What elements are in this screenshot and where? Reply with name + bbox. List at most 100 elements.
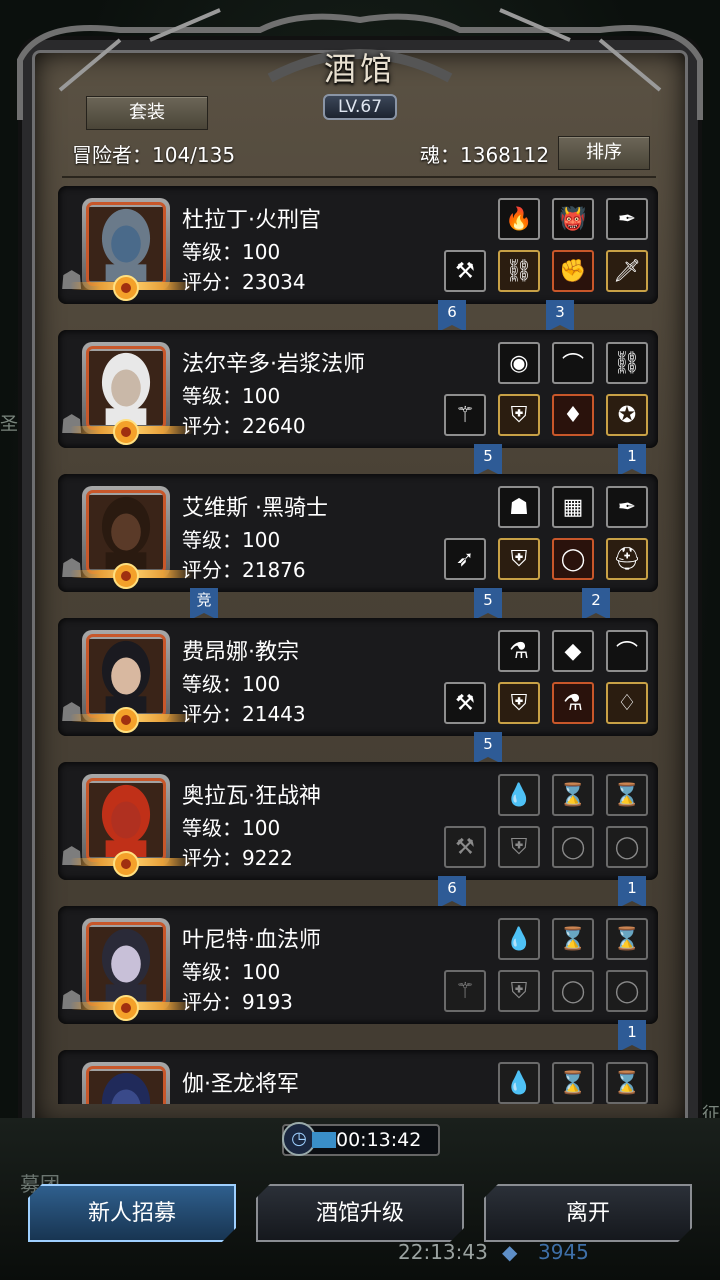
empty-drop-icon[interactable]: 💧	[498, 1062, 540, 1104]
bow-icon[interactable]: ➶	[444, 538, 486, 580]
hero-card[interactable]: ☗ 法尔辛多·岩浆法师 等级：100 评分：22640 ◉ ⌒ ⛓ ⚚ ⛨ ♦ ✪	[58, 330, 658, 448]
purple-gem-icon[interactable]: ◆	[552, 630, 594, 672]
dark-feather-icon[interactable]: ✒	[606, 198, 648, 240]
hero-card[interactable]: ☗ 伽·圣龙将军 💧⌛⌛	[58, 1050, 658, 1104]
leave-button[interactable]: 离开	[484, 1184, 692, 1242]
helmet-icon[interactable]: ⛑	[606, 538, 648, 580]
armor-icon[interactable]: ⛓	[498, 250, 540, 292]
empty-hourglass-icon[interactable]: ⌛	[552, 1062, 594, 1104]
count-tag: 2	[582, 588, 610, 620]
hero-level: 等级：100	[182, 672, 281, 696]
hero-card[interactable]: ☗ 费昂娜·教宗 等级：100 评分：21443 ⚗ ◆ ⌒ ⚒ ⛨ ⚗ ♢	[58, 618, 658, 736]
empty-drop-icon[interactable]: 💧	[498, 918, 540, 960]
sword-icon[interactable]: 🗡	[606, 250, 648, 292]
hero-score: 评分：21443	[182, 702, 306, 726]
header-divider	[62, 176, 656, 178]
empty-armor-icon[interactable]: ⛨	[498, 826, 540, 868]
hero-name: 法尔辛多·岩浆法师	[182, 352, 365, 377]
rank-emblem-icon	[113, 995, 139, 1021]
rank-emblem-icon	[113, 707, 139, 733]
potion-icon[interactable]: ⚗	[552, 682, 594, 724]
dark-bow-icon[interactable]: ⌒	[552, 342, 594, 384]
hero-level: 等级：100	[182, 816, 281, 840]
empty-ring-icon[interactable]: ◯	[552, 970, 594, 1012]
clock-display: 22:13:43	[398, 1240, 488, 1264]
hero-name: 杜拉丁·火刑官	[182, 208, 321, 233]
medallion-icon[interactable]: ✪	[606, 394, 648, 436]
hero-level: 等级：100	[182, 240, 281, 264]
count-tag: 竞	[190, 588, 218, 620]
red-flask-icon[interactable]: ⚗	[498, 630, 540, 672]
axe-icon[interactable]: ⚒	[444, 250, 486, 292]
amulet-icon[interactable]: ♦	[552, 394, 594, 436]
count-tag: 5	[474, 444, 502, 476]
rank-emblem-icon	[113, 419, 139, 445]
robe-icon[interactable]: ⛨	[498, 682, 540, 724]
hero-name: 叶尼特·血法师	[182, 928, 321, 953]
pendant-icon[interactable]: ♢	[606, 682, 648, 724]
rank-emblem-icon	[113, 275, 139, 301]
soul-count: 魂：1368112	[420, 143, 550, 167]
count-tag: 1	[618, 444, 646, 476]
plate-armor-icon[interactable]: ⛨	[498, 394, 540, 436]
page-title: 酒馆	[323, 50, 396, 88]
hero-list[interactable]: ☗ 杜拉丁·火刑官 等级：100 评分：23034 🔥 👹 ✒ ⚒ ⛓ ✊ 🗡 6 3 ☗ 法尔辛…	[58, 186, 658, 1104]
hero-card[interactable]: ☗ 奥拉瓦·狂战神 等级：100 评分：9222 💧 ⌛ ⌛ ⚒ ⛨ ◯ ◯	[58, 762, 658, 880]
hero-portrait[interactable]	[82, 1062, 170, 1104]
gold-mask-icon[interactable]: ☗	[498, 486, 540, 528]
recruit-button[interactable]: 新人招募	[28, 1184, 236, 1242]
hero-level: 等级：100	[182, 528, 281, 552]
hero-card[interactable]: ☗ 叶尼特·血法师 等级：100 评分：9193 💧 ⌛ ⌛ ⚚ ⛨ ◯ ◯	[58, 906, 658, 1024]
empty-ring-icon[interactable]: ◯	[606, 970, 648, 1012]
hero-score: 评分：9193	[182, 990, 293, 1014]
hero-score: 评分：22640	[182, 414, 306, 438]
chain-mail-icon[interactable]: ▦	[552, 486, 594, 528]
dark-chain-icon[interactable]: ⛓	[606, 342, 648, 384]
count-tag: 1	[618, 876, 646, 908]
count-tag: 6	[438, 300, 466, 332]
empty-staff-icon[interactable]: ⚚	[444, 970, 486, 1012]
empty-hourglass-icon[interactable]: ⌛	[606, 1062, 648, 1104]
tavern-level-badge: LV.67	[323, 94, 397, 120]
empty-hourglass-icon[interactable]: ⌛	[606, 918, 648, 960]
hero-name: 奥拉瓦·狂战神	[182, 784, 321, 809]
empty-armor-icon[interactable]: ⛨	[498, 970, 540, 1012]
hero-name: 伽·圣龙将军	[182, 1072, 299, 1097]
count-tag: 1	[618, 1020, 646, 1052]
adventurer-count: 冒险者：104/135	[72, 143, 236, 167]
coin-icon: ◆	[502, 1240, 518, 1264]
outfit-button[interactable]: 套装	[86, 96, 208, 130]
timer: ◷ 00:13:42	[282, 1122, 440, 1156]
clock-icon: ◷	[282, 1122, 316, 1156]
empty-hourglass-icon[interactable]: ⌛	[552, 774, 594, 816]
hero-name: 费昂娜·教宗	[182, 640, 299, 665]
empty-hourglass-icon[interactable]: ⌛	[552, 918, 594, 960]
hero-name: 艾维斯 ·黑骑士	[182, 496, 328, 521]
empty-ring-icon[interactable]: ◯	[606, 826, 648, 868]
hero-level: 等级：100	[182, 384, 281, 408]
count-tag: 6	[438, 876, 466, 908]
mace-icon[interactable]: ⚒	[444, 682, 486, 724]
sort-button[interactable]: 排序	[558, 136, 650, 170]
gauntlet-icon[interactable]: ✊	[552, 250, 594, 292]
tavern-upgrade-button[interactable]: 酒馆升级	[256, 1184, 464, 1242]
purple-demon-icon[interactable]: 👹	[552, 198, 594, 240]
empty-hourglass-icon[interactable]: ⌛	[606, 774, 648, 816]
count-tag: 5	[474, 588, 502, 620]
red-armor-icon[interactable]: ⛨	[498, 538, 540, 580]
dark-bow-icon[interactable]: ⌒	[606, 630, 648, 672]
rank-emblem-icon	[113, 851, 139, 877]
dark-feather-icon[interactable]: ✒	[606, 486, 648, 528]
hero-card[interactable]: ☗ 杜拉丁·火刑官 等级：100 评分：23034 🔥 👹 ✒ ⚒ ⛓ ✊ 🗡	[58, 186, 658, 304]
count-tag: 3	[546, 300, 574, 332]
staff-icon[interactable]: ⚚	[444, 394, 486, 436]
fire-orb-icon[interactable]: 🔥	[498, 198, 540, 240]
blue-orb-icon[interactable]: ◉	[498, 342, 540, 384]
hero-score: 评分：21876	[182, 558, 306, 582]
rank-emblem-icon	[113, 563, 139, 589]
ring-icon[interactable]: ◯	[552, 538, 594, 580]
empty-ring-icon[interactable]: ◯	[552, 826, 594, 868]
empty-drop-icon[interactable]: 💧	[498, 774, 540, 816]
empty-axe-icon[interactable]: ⚒	[444, 826, 486, 868]
hero-card[interactable]: ☗ 艾维斯 ·黑骑士 等级：100 评分：21876 ☗ ▦ ✒ ➶ ⛨ ◯ ⛑	[58, 474, 658, 592]
